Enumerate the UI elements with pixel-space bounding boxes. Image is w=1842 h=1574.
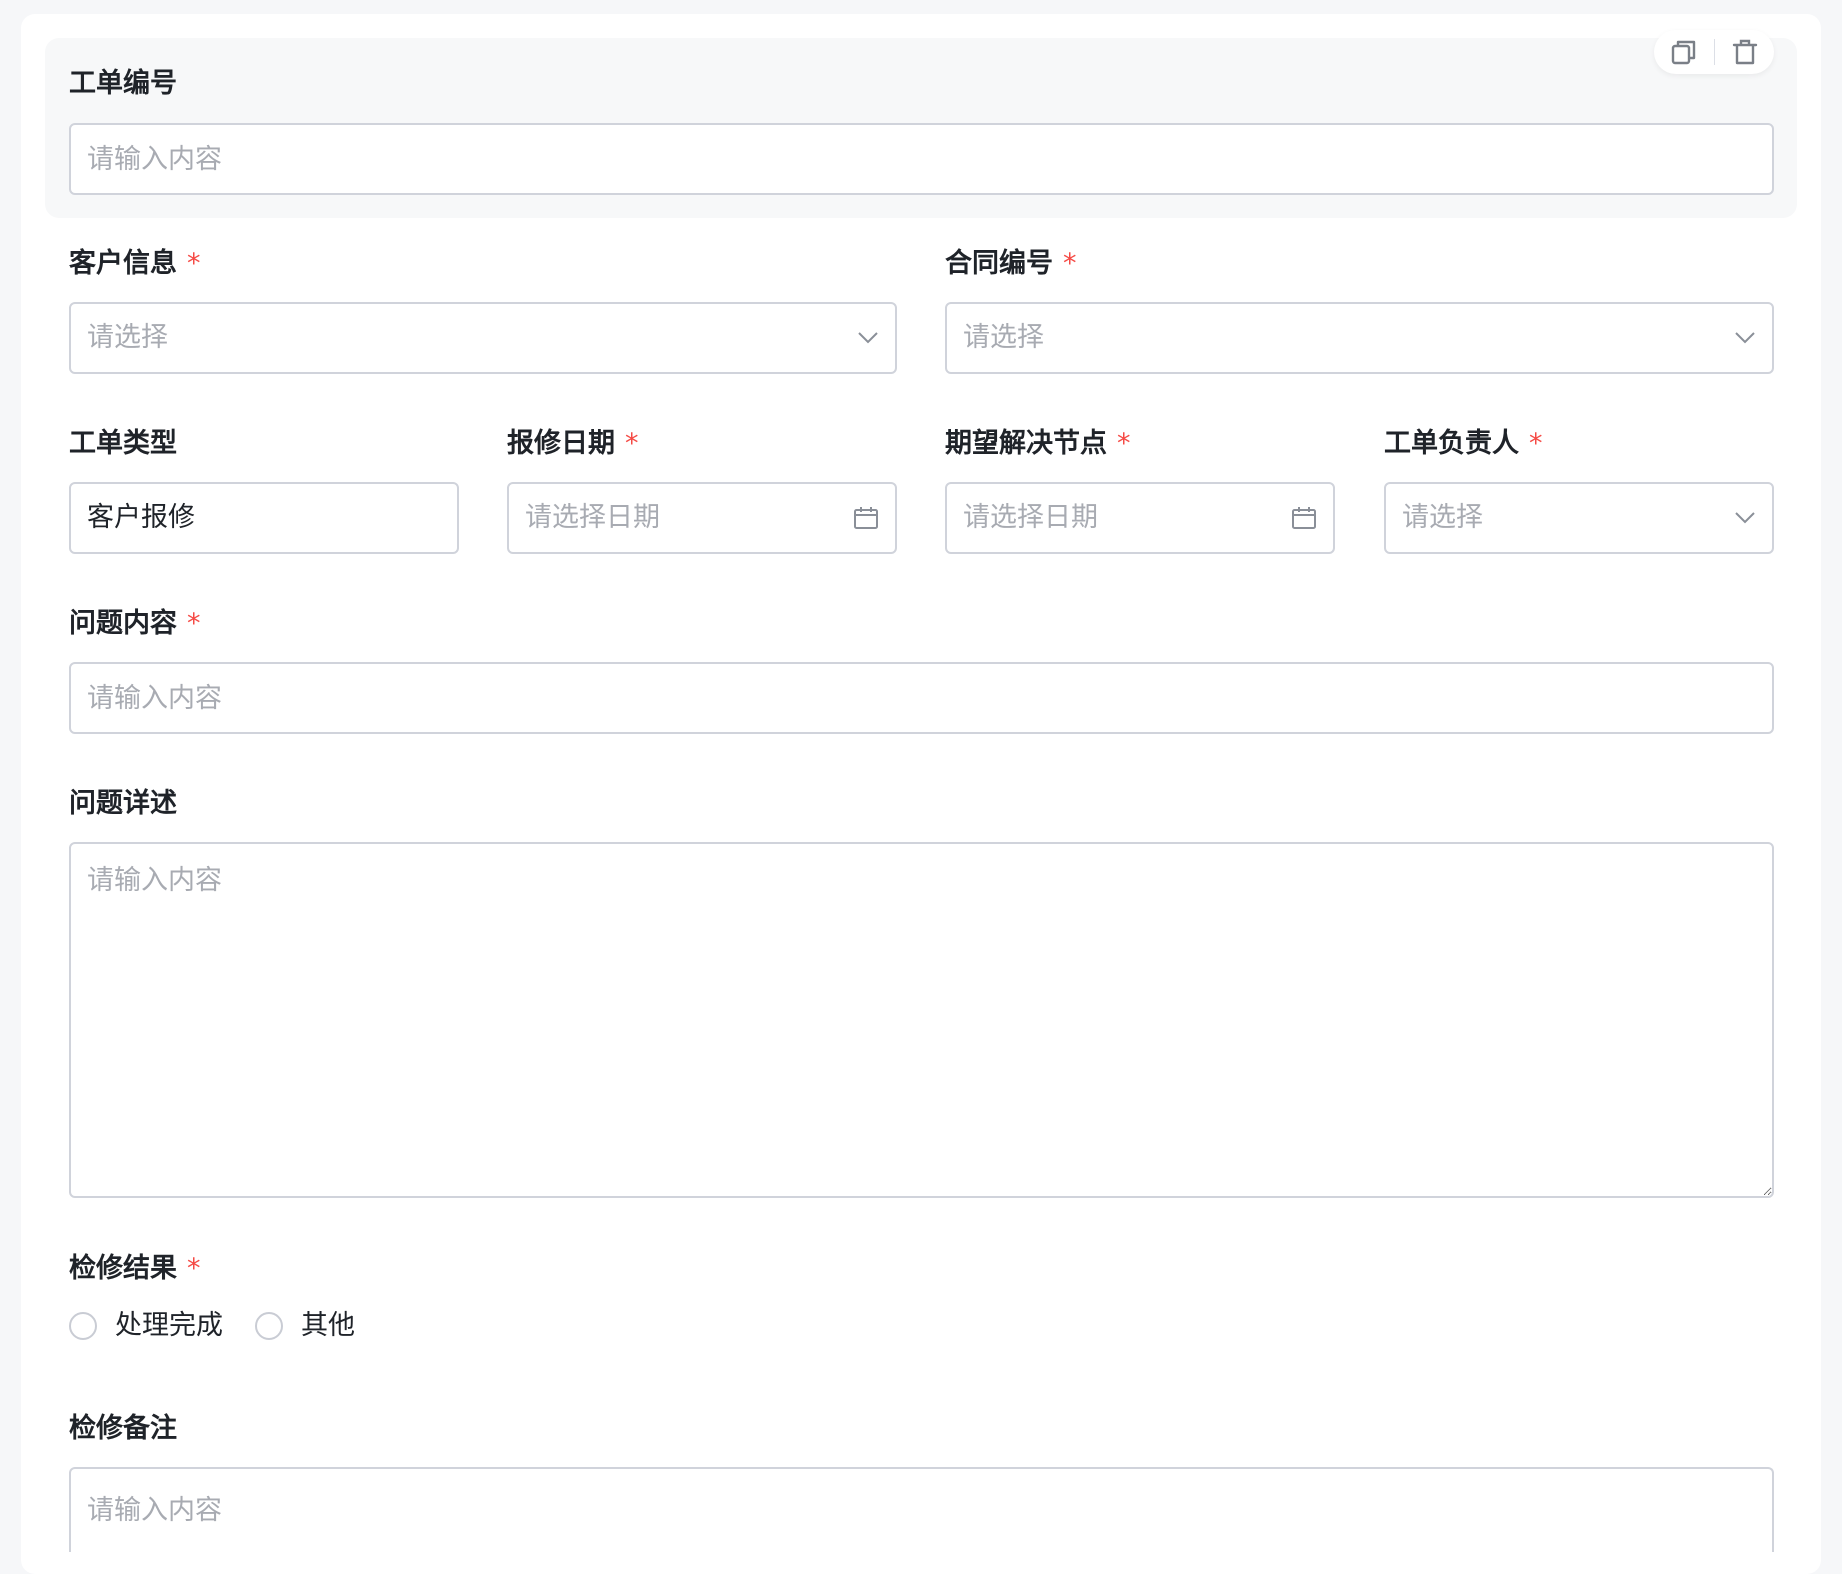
- radio-option-other[interactable]: 其他: [255, 1309, 355, 1343]
- delete-field-button[interactable]: [1725, 32, 1765, 72]
- radio-circle[interactable]: [255, 1312, 283, 1340]
- issue-content-label: 问题内容 *: [69, 608, 201, 639]
- repair-note-label: 检修备注: [69, 1413, 177, 1444]
- radio-label: 处理完成: [115, 1310, 223, 1341]
- report-date-placeholder: 请选择日期: [525, 502, 660, 533]
- required-mark: *: [1117, 428, 1131, 459]
- work-order-type-value: 客户报修: [87, 502, 195, 533]
- repair-result-radio-group: 处理完成 其他: [69, 1309, 387, 1343]
- owner-select[interactable]: 请选择: [1384, 482, 1774, 554]
- chevron-down-icon: [1735, 332, 1755, 344]
- customer-info-label: 客户信息 *: [69, 248, 201, 279]
- calendar-icon: [1292, 507, 1316, 529]
- required-mark: *: [187, 248, 201, 279]
- radio-circle[interactable]: [69, 1312, 97, 1340]
- contract-no-select[interactable]: 请选择: [945, 302, 1774, 374]
- expected-resolution-placeholder: 请选择日期: [963, 502, 1098, 533]
- contract-no-placeholder: 请选择: [963, 322, 1044, 353]
- chevron-down-icon: [858, 332, 878, 344]
- report-date-picker[interactable]: 请选择日期: [507, 482, 897, 554]
- calendar-icon: [854, 507, 878, 529]
- copy-field-button[interactable]: [1664, 32, 1704, 72]
- action-separator: [1713, 39, 1715, 65]
- repair-note-input[interactable]: [69, 1467, 1774, 1552]
- trash-icon: [1732, 39, 1757, 65]
- issue-content-input[interactable]: [69, 662, 1774, 734]
- field-action-bar: [1654, 30, 1774, 74]
- issue-detail-textarea[interactable]: [69, 842, 1774, 1198]
- expected-resolution-label: 期望解决节点 *: [945, 428, 1131, 459]
- contract-no-label: 合同编号 *: [945, 248, 1077, 279]
- report-date-label: 报修日期 *: [507, 428, 639, 459]
- work-order-no-label: 工单编号: [69, 68, 177, 99]
- owner-placeholder: 请选择: [1402, 502, 1483, 533]
- chevron-down-icon: [1735, 512, 1755, 524]
- required-mark: *: [187, 608, 201, 639]
- work-order-type-field[interactable]: 客户报修: [69, 482, 459, 554]
- copy-icon: [1671, 40, 1695, 65]
- customer-info-select[interactable]: 请选择: [69, 302, 897, 374]
- radio-label: 其他: [301, 1310, 355, 1341]
- owner-label: 工单负责人 *: [1384, 428, 1543, 459]
- required-mark: *: [625, 428, 639, 459]
- issue-detail-label: 问题详述: [69, 788, 177, 819]
- required-mark: *: [1529, 428, 1543, 459]
- required-mark: *: [187, 1253, 201, 1284]
- work-order-no-input[interactable]: [69, 123, 1774, 195]
- customer-info-placeholder: 请选择: [87, 322, 168, 353]
- radio-option-completed[interactable]: 处理完成: [69, 1309, 223, 1343]
- repair-result-label: 检修结果 *: [69, 1253, 201, 1284]
- work-order-type-label: 工单类型: [69, 428, 177, 459]
- required-mark: *: [1063, 248, 1077, 279]
- expected-resolution-picker[interactable]: 请选择日期: [945, 482, 1335, 554]
